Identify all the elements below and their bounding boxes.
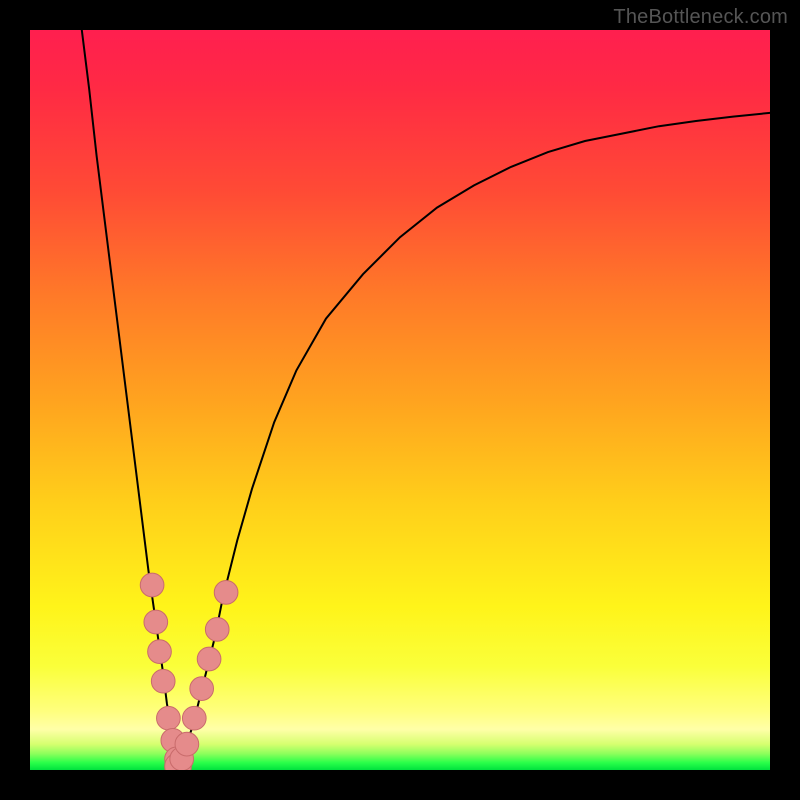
data-marker [182, 706, 206, 730]
data-marker [197, 647, 221, 671]
chart-frame: TheBottleneck.com [0, 0, 800, 800]
watermark-text: TheBottleneck.com [613, 6, 788, 29]
data-marker [148, 640, 172, 664]
data-marker [175, 732, 199, 756]
data-marker [157, 706, 181, 730]
data-marker [205, 618, 229, 642]
chart-svg [30, 30, 770, 770]
plot-area [30, 30, 770, 770]
markers [140, 573, 238, 770]
data-marker [190, 677, 214, 701]
data-marker [151, 669, 175, 693]
data-marker [144, 610, 168, 634]
curve-right [179, 113, 770, 763]
data-marker [214, 581, 238, 605]
curve-right-path [179, 113, 770, 763]
data-marker [140, 573, 164, 597]
